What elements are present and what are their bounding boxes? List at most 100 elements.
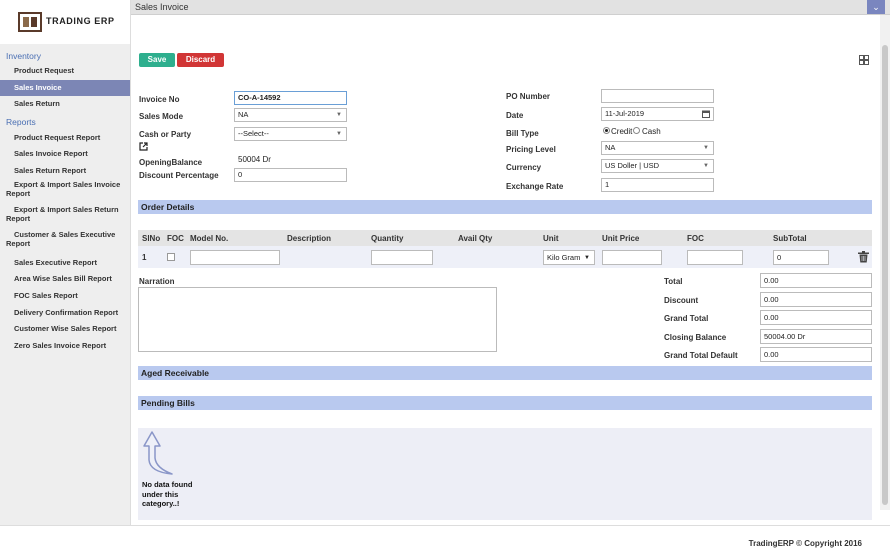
col-unit: Unit xyxy=(543,234,559,243)
subtotal-input[interactable]: 0 xyxy=(773,250,829,265)
cash-radio-label: Cash xyxy=(642,127,661,136)
order-grid-header: SlNo FOC Model No. Description Quantity … xyxy=(138,230,872,246)
pricing-level-select[interactable]: NA ▼ xyxy=(601,141,714,155)
row-slno: 1 xyxy=(142,253,147,262)
exchange-rate-input[interactable]: 1 xyxy=(601,178,714,192)
cash-party-value: --Select-- xyxy=(238,129,269,138)
sales-mode-select[interactable]: NA ▼ xyxy=(234,108,347,122)
sidebar-item-sales-invoice-report[interactable]: Sales Invoice Report xyxy=(0,145,130,162)
external-link-icon[interactable] xyxy=(139,142,148,151)
foc-qty-input[interactable] xyxy=(687,250,743,265)
sidebar-item-sales-executive-report[interactable]: Sales Executive Report xyxy=(0,254,130,271)
sidebar-item-zero-sales-invoice-report[interactable]: Zero Sales Invoice Report xyxy=(0,337,130,354)
sidebar-item-foc-sales-report[interactable]: FOC Sales Report xyxy=(0,287,130,304)
col-foc: FOC xyxy=(167,234,184,243)
discount-percentage-label: Discount Percentage xyxy=(139,171,219,180)
unit-value: Kilo Gram xyxy=(547,253,581,262)
col-foc-qty: FOC xyxy=(687,234,704,243)
dropdown-arrow-icon: ▼ xyxy=(703,163,709,169)
discard-button[interactable]: Discard xyxy=(177,53,224,67)
arrow-up-icon xyxy=(143,431,173,475)
model-no-input[interactable] xyxy=(190,250,280,265)
discount-percentage-input[interactable]: 0 xyxy=(234,168,347,182)
footer: TradingERP © Copyright 2016 xyxy=(0,525,890,556)
narration-textarea[interactable] xyxy=(138,287,497,352)
pending-bills-panel xyxy=(138,428,872,520)
invoice-no-label: Invoice No xyxy=(139,95,180,104)
bill-type-label: Bill Type xyxy=(506,129,539,138)
currency-select[interactable]: US Doller | USD ▼ xyxy=(601,159,714,173)
sidebar-item-sales-invoice[interactable]: Sales Invoice xyxy=(0,79,130,96)
credit-radio[interactable] xyxy=(603,127,610,134)
scrollbar-thumb[interactable] xyxy=(882,45,888,505)
sidebar: TRADING ERP Inventory Product Request Sal… xyxy=(0,0,131,525)
discount-input[interactable]: 0.00 xyxy=(760,292,872,307)
col-avail-qty: Avail Qty xyxy=(458,234,493,243)
grand-total-input[interactable]: 0.00 xyxy=(760,310,872,325)
sidebar-item-export-import-sales-return-report[interactable]: Export & Import Sales Return Report xyxy=(0,204,130,229)
col-unit-price: Unit Price xyxy=(602,234,640,243)
unit-select[interactable]: Kilo Gram ▼ xyxy=(543,250,595,265)
closing-balance-input[interactable]: 50004.00 Dr xyxy=(760,329,872,344)
save-button[interactable]: Save xyxy=(139,53,175,67)
cash-radio[interactable] xyxy=(633,127,640,134)
date-value: 11-Jul-2019 xyxy=(605,109,645,118)
cash-party-label: Cash or Party xyxy=(139,130,192,139)
table-row: 1 Kilo Gram ▼ 0 xyxy=(138,246,872,268)
grand-total-default-input[interactable]: 0.00 xyxy=(760,347,872,362)
sidebar-section-reports: Reports xyxy=(6,116,36,127)
quantity-input[interactable] xyxy=(371,250,433,265)
pricing-level-label: Pricing Level xyxy=(506,145,556,154)
dropdown-arrow-icon: ▼ xyxy=(703,145,709,151)
col-model-no: Model No. xyxy=(190,234,229,243)
pending-bills-header: Pending Bills xyxy=(138,396,872,410)
col-description: Description xyxy=(287,234,332,243)
opening-balance-label: OpeningBalance xyxy=(139,158,203,167)
invoice-no-input[interactable]: CO-A-14592 xyxy=(234,91,347,105)
sidebar-item-customer-sales-executive-report[interactable]: Customer & Sales Executive Report xyxy=(0,229,130,254)
unit-price-input[interactable] xyxy=(602,250,662,265)
grand-total-label: Grand Total xyxy=(664,314,709,323)
sales-mode-value: NA xyxy=(238,110,249,119)
narration-label: Narration xyxy=(139,277,175,286)
copyright-text: TradingERP © Copyright 2016 xyxy=(748,539,862,548)
total-input[interactable]: 0.00 xyxy=(760,273,872,288)
col-slno: SlNo xyxy=(142,234,161,243)
logo-area: TRADING ERP xyxy=(0,0,130,44)
dropdown-arrow-icon: ▼ xyxy=(336,112,342,118)
sidebar-section-inventory: Inventory xyxy=(6,51,41,61)
double-chevron-down-icon[interactable]: ⌄ xyxy=(867,0,885,14)
grand-total-default-label: Grand Total Default xyxy=(664,351,738,360)
currency-value: US Doller | USD xyxy=(605,161,660,170)
po-number-input[interactable] xyxy=(601,89,714,103)
aged-receivable-header: Aged Receivable xyxy=(138,366,872,380)
sidebar-item-sales-return[interactable]: Sales Return xyxy=(0,96,130,113)
title-bar: Sales Invoice ⌄ xyxy=(131,0,890,15)
sidebar-item-delivery-confirmation-report[interactable]: Delivery Confirmation Report xyxy=(0,304,130,321)
closing-balance-label: Closing Balance xyxy=(664,333,727,342)
opening-balance-value: 50004 Dr xyxy=(238,155,271,164)
calendar-icon[interactable] xyxy=(702,110,710,118)
cash-party-select[interactable]: --Select-- ▼ xyxy=(234,127,347,141)
exchange-rate-label: Exchange Rate xyxy=(506,182,564,191)
sidebar-item-sales-return-report[interactable]: Sales Return Report xyxy=(0,162,130,179)
date-input[interactable]: 11-Jul-2019 xyxy=(601,107,714,121)
empty-state-message: No data found under this category..! xyxy=(142,480,193,508)
dropdown-arrow-icon: ▼ xyxy=(584,255,590,261)
page-title: Sales Invoice xyxy=(135,2,189,12)
sidebar-item-export-import-sales-invoice-report[interactable]: Export & Import Sales Invoice Report xyxy=(0,179,130,204)
order-details-header: Order Details xyxy=(138,200,872,214)
credit-radio-label: Credit xyxy=(611,127,633,136)
currency-label: Currency xyxy=(506,163,542,172)
trash-icon[interactable] xyxy=(858,251,869,263)
foc-checkbox[interactable] xyxy=(167,253,175,261)
sidebar-item-area-wise-sales-bill-report[interactable]: Area Wise Sales Bill Report xyxy=(0,270,130,287)
grid-view-icon[interactable] xyxy=(859,55,869,65)
scrollbar[interactable] xyxy=(880,15,890,510)
sidebar-item-product-request-report[interactable]: Product Request Report xyxy=(0,129,130,146)
date-label: Date xyxy=(506,111,524,120)
sidebar-item-customer-wise-sales-report[interactable]: Customer Wise Sales Report xyxy=(0,320,130,337)
sidebar-item-product-request[interactable]: Product Request xyxy=(0,63,130,80)
logo-icon xyxy=(18,12,42,32)
po-number-label: PO Number xyxy=(506,92,551,101)
